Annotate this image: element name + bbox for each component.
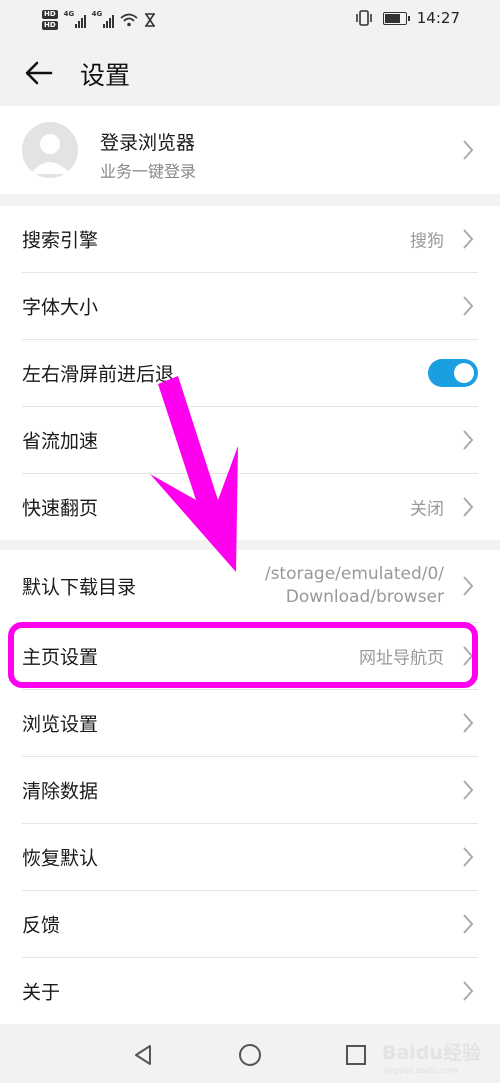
chevron-right-icon <box>463 140 474 160</box>
setting-row-fast-page-turn[interactable]: 快速翻页 关闭 <box>22 474 478 540</box>
setting-row-swipe-navigation: 左右滑屏前进后退 <box>22 340 478 407</box>
setting-label: 左右滑屏前进后退 <box>22 363 175 386</box>
download-path-line: /storage/emulated/0/ <box>264 564 444 584</box>
hd-badge: HD <box>42 21 58 30</box>
setting-label: 省流加速 <box>22 430 99 453</box>
baidu-watermark: Baidu经验 jingyan.baidu.com <box>380 1030 488 1080</box>
network-label: 4G <box>63 10 75 18</box>
status-time: 14:27 <box>416 9 460 27</box>
status-bar: HD HD 4G 4G 14:27 <box>0 0 500 40</box>
setting-row-browsing[interactable]: 浏览设置 <box>22 690 478 757</box>
settings-section-more: 默认下载目录 /storage/emulated/0/ Download/bro… <box>0 550 500 1024</box>
chevron-right-icon <box>463 296 474 316</box>
setting-label: 恢复默认 <box>22 847 99 870</box>
signal-icon: 4G <box>63 10 86 28</box>
download-path-line: Download/browser <box>285 587 444 607</box>
back-arrow-icon[interactable] <box>24 58 54 88</box>
chevron-right-icon <box>463 576 474 596</box>
chevron-right-icon <box>463 430 474 450</box>
setting-label: 快速翻页 <box>22 497 99 520</box>
setting-row-about[interactable]: 关于 <box>22 958 478 1024</box>
watermark-brand: Baidu经验 <box>382 1042 481 1064</box>
setting-row-search-engine[interactable]: 搜索引擎 搜狗 <box>22 206 478 273</box>
chevron-right-icon <box>463 847 474 867</box>
swipe-navigation-toggle[interactable] <box>428 359 478 387</box>
setting-row-data-saver[interactable]: 省流加速 <box>22 407 478 474</box>
hourglass-icon <box>144 13 155 27</box>
battery-icon <box>382 11 410 25</box>
hd-badges: HD HD <box>42 10 58 30</box>
signal-icon: 4G <box>91 10 114 28</box>
chevron-right-icon <box>463 914 474 934</box>
page-title: 设置 <box>80 61 131 90</box>
setting-label: 默认下载目录 <box>22 576 137 599</box>
setting-label: 关于 <box>22 981 61 1004</box>
chevron-right-icon <box>463 713 474 733</box>
chevron-right-icon <box>463 497 474 517</box>
setting-value: 搜狗 <box>410 231 444 252</box>
wifi-icon <box>120 13 138 27</box>
vibrate-icon <box>355 10 372 26</box>
app-header: 设置 <box>0 40 500 106</box>
nav-back-icon[interactable] <box>130 1041 158 1069</box>
setting-label: 清除数据 <box>22 780 99 803</box>
setting-label: 浏览设置 <box>22 713 99 736</box>
chevron-right-icon <box>463 780 474 800</box>
account-name: 登录浏览器 <box>100 132 196 154</box>
setting-row-clear-data[interactable]: 清除数据 <box>22 757 478 824</box>
settings-section-general: 搜索引擎 搜狗 字体大小 左右滑屏前进后退 省流加速 快速翻页 关闭 <box>0 206 500 540</box>
nav-recents-icon[interactable] <box>342 1041 370 1069</box>
setting-row-download-dir[interactable]: 默认下载目录 /storage/emulated/0/ Download/bro… <box>22 550 478 623</box>
hd-badge: HD <box>42 10 58 19</box>
setting-label: 搜索引擎 <box>22 229 99 252</box>
watermark-url: jingyan.baidu.com <box>384 1066 458 1075</box>
avatar-icon <box>22 122 78 178</box>
setting-label: 字体大小 <box>22 296 99 319</box>
nav-home-icon[interactable] <box>236 1041 264 1069</box>
setting-value: /storage/emulated/0/ Download/browser <box>265 563 444 609</box>
status-icons-right: 14:27 <box>355 9 460 27</box>
network-label: 4G <box>91 10 103 18</box>
chevron-right-icon <box>463 981 474 1001</box>
setting-row-feedback[interactable]: 反馈 <box>22 891 478 958</box>
setting-row-restore-default[interactable]: 恢复默认 <box>22 824 478 891</box>
setting-value: 网址导航页 <box>359 648 444 669</box>
setting-value: 关闭 <box>410 499 444 520</box>
setting-row-homepage[interactable]: 主页设置 网址导航页 <box>22 623 478 690</box>
setting-label: 反馈 <box>22 914 61 937</box>
chevron-right-icon <box>463 646 474 666</box>
account-login-row[interactable]: 登录浏览器 业务一键登录 <box>0 106 500 194</box>
chevron-right-icon <box>463 229 474 249</box>
status-icons-left: HD HD 4G 4G <box>42 6 156 34</box>
account-subtitle: 业务一键登录 <box>100 162 197 181</box>
setting-row-font-size[interactable]: 字体大小 <box>22 273 478 340</box>
setting-label: 主页设置 <box>22 646 99 669</box>
